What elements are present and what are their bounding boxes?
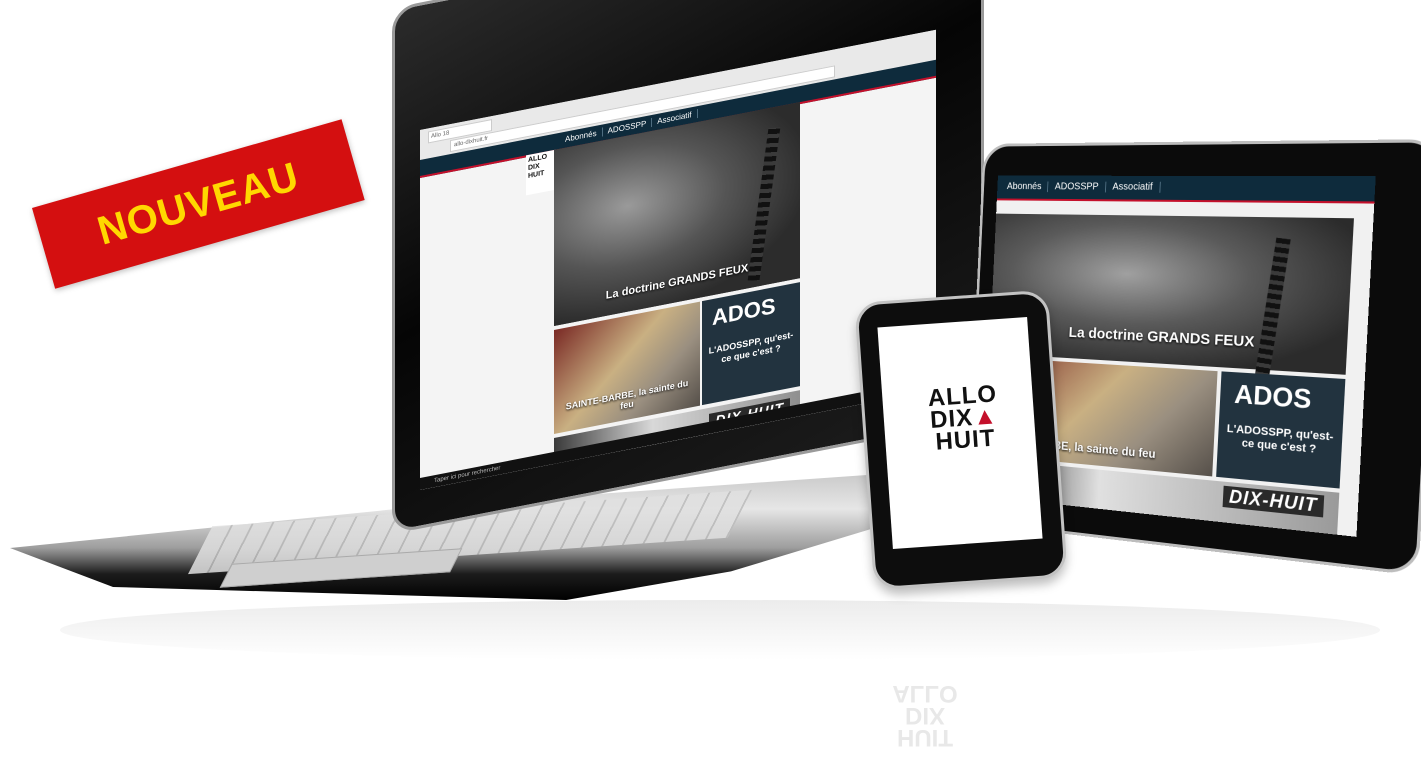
card-title: L'ADOSSPP, qu'est-ce que c'est ? [1226,422,1334,456]
spire-image [1254,237,1291,383]
article-card-adosspp[interactable]: ADOS L'ADOSSPP, qu'est-ce que c'est ? [1216,371,1346,489]
nav-item-adosspp[interactable]: ADOSSPP [1048,181,1107,193]
phone-app-logo[interactable]: ALLO DIX▲ HUIT [912,380,1016,455]
site-nav: AbonnésADOSSPPAssociatif [996,175,1376,204]
floor-reflection [60,600,1380,660]
article-card-adosspp[interactable]: ADOS L'ADOSSPP, qu'est-ce que c'est ? [702,282,800,406]
card-headline: ADOS [712,292,776,331]
phone-screen: ALLO DIX▲ HUIT [877,317,1043,549]
dixhuit-sign: DIX-HUIT [1222,485,1325,518]
nouveau-banner: NOUVEAU [32,119,365,289]
phone-logo-reflection: HUIT DIX ALLO [892,680,958,751]
card-headline: ADOS [1233,378,1313,415]
site-logo[interactable]: ALLO DIX HUIT [526,149,556,196]
nav-item-abonnes[interactable]: Abonnés [1000,181,1049,193]
nav-item-associatif[interactable]: Associatif [1105,181,1161,193]
card-title: L'ADOSSPP, qu'est-ce que c'est ? [708,329,794,365]
